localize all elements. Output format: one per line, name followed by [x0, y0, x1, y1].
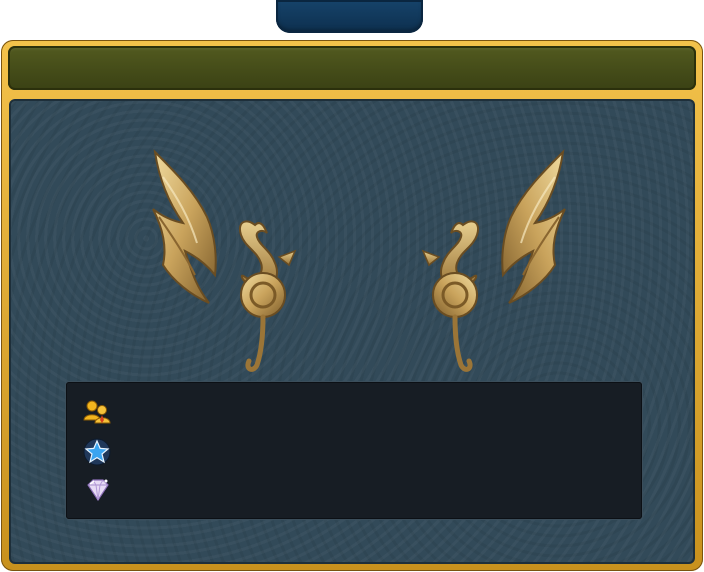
right-dragon-wing: [421, 149, 566, 372]
golden-dragon-wings-icon: [152, 149, 566, 372]
gold-frame: [1, 40, 703, 571]
top-tab[interactable]: [276, 0, 423, 33]
stat-row-party: [82, 398, 622, 426]
party-members-icon: [83, 400, 111, 424]
item-preview-window: [0, 0, 704, 572]
content-panel: [9, 99, 695, 564]
item-stats-box: [66, 382, 642, 519]
stat-row-gem: [82, 476, 622, 504]
left-dragon-wing: [152, 149, 297, 372]
blue-star-icon: [83, 438, 111, 466]
stat-row-star: [82, 438, 622, 466]
diamond-gem-icon: [87, 479, 109, 502]
header-bar: [8, 46, 696, 90]
